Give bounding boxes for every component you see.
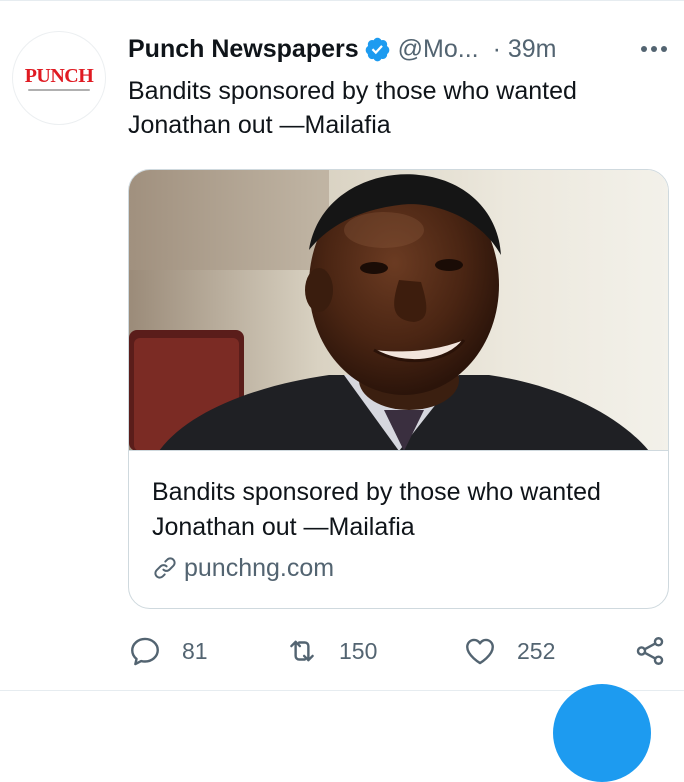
tweet-text: Bandits sponsored by those who wanted Jo… — [128, 77, 577, 139]
retweet-icon — [285, 634, 319, 668]
more-icon[interactable] — [641, 46, 667, 52]
share-icon — [633, 634, 667, 668]
tweet-actions: 81 150 252 — [128, 633, 673, 669]
retweet-count: 150 — [339, 637, 378, 664]
card-domain[interactable]: punchng.com — [152, 552, 334, 584]
reply-button[interactable]: 81 — [128, 633, 208, 669]
retweet-button[interactable]: 150 — [285, 633, 377, 669]
author-name[interactable]: Punch Newspapers — [128, 35, 359, 64]
tweet[interactable]: PUNCH Punch Newspapers @Mo... · 39m Band… — [0, 0, 684, 782]
heart-icon — [463, 634, 497, 668]
reply-icon — [128, 634, 162, 668]
avatar-logo-tagline — [28, 88, 90, 91]
card-domain-text: punchng.com — [184, 553, 335, 582]
author-handle[interactable]: @Mo... — [398, 35, 479, 64]
card-title[interactable]: Bandits sponsored by those who wanted Jo… — [152, 475, 652, 545]
like-count: 252 — [517, 637, 556, 664]
more-dot — [641, 46, 647, 52]
like-button[interactable]: 252 — [463, 633, 555, 669]
reply-count: 81 — [182, 637, 208, 664]
link-icon — [152, 555, 178, 581]
link-card[interactable]: Bandits sponsored by those who wanted Jo… — [128, 169, 669, 609]
tweet-timestamp[interactable]: · 39m — [493, 35, 557, 64]
card-image[interactable] — [129, 170, 668, 451]
avatar[interactable]: PUNCH — [12, 31, 106, 125]
more-dot — [661, 46, 667, 52]
compose-tweet-button[interactable] — [553, 684, 651, 782]
tweet-header: Punch Newspapers @Mo... · 39m — [128, 33, 673, 65]
top-divider — [0, 0, 684, 1]
avatar-logo: PUNCH — [24, 64, 94, 87]
share-button[interactable] — [633, 633, 667, 669]
more-dot — [651, 46, 657, 52]
verified-badge-icon — [364, 36, 391, 63]
